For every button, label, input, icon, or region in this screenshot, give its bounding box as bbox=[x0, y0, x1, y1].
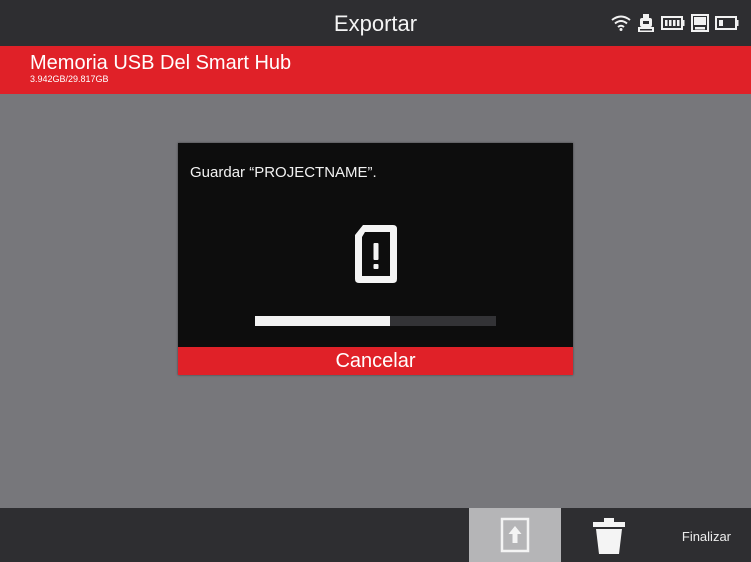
trash-icon bbox=[593, 518, 625, 554]
storage-header: Memoria USB Del Smart Hub 3.942GB/29.817… bbox=[0, 46, 751, 94]
export-button[interactable] bbox=[469, 508, 561, 562]
progress-bar bbox=[255, 316, 496, 326]
export-upload-icon bbox=[500, 517, 530, 553]
save-progress-dialog: Guardar “PROJECTNAME”. Cancelar bbox=[178, 143, 573, 375]
finish-button[interactable]: Finalizar bbox=[682, 508, 731, 562]
bottom-toolbar: Finalizar bbox=[0, 508, 751, 562]
delete-button[interactable] bbox=[585, 508, 633, 562]
export-screen: Exportar Memoria USB Del Smart Hub 3.942… bbox=[0, 0, 751, 562]
storage-name: Memoria USB Del Smart Hub bbox=[30, 52, 292, 74]
status-icons bbox=[611, 13, 739, 33]
dialog-message: Guardar “PROJECTNAME”. bbox=[190, 164, 377, 181]
battery-icon bbox=[661, 16, 685, 30]
usb-storage-icon bbox=[691, 14, 709, 32]
cancel-button[interactable]: Cancelar bbox=[178, 347, 573, 375]
file-warning-icon bbox=[353, 223, 399, 287]
storage-capacity: 3.942GB/29.817GB bbox=[30, 74, 109, 84]
progress-bar-fill bbox=[255, 316, 390, 326]
battery-level-icon bbox=[715, 16, 739, 30]
printer-icon bbox=[637, 13, 655, 33]
wifi-icon bbox=[611, 15, 631, 31]
top-bar: Exportar bbox=[0, 0, 751, 46]
